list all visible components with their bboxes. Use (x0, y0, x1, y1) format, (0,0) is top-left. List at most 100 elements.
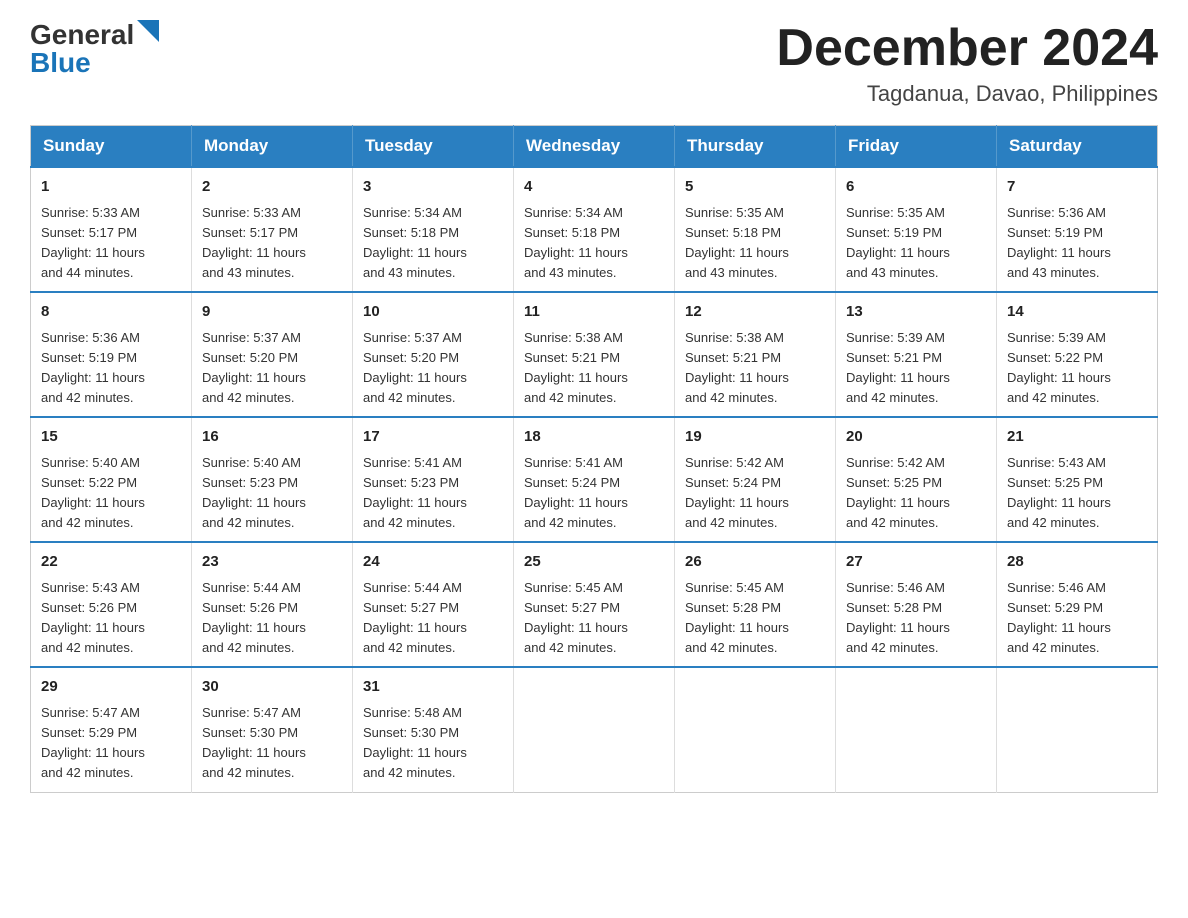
logo-general-text: General (30, 21, 134, 49)
calendar-cell: 8 Sunrise: 5:36 AMSunset: 5:19 PMDaylight… (31, 292, 192, 417)
day-info: Sunrise: 5:47 AMSunset: 5:29 PMDaylight:… (41, 703, 181, 784)
day-info: Sunrise: 5:39 AMSunset: 5:22 PMDaylight:… (1007, 328, 1147, 409)
day-info: Sunrise: 5:46 AMSunset: 5:28 PMDaylight:… (846, 578, 986, 659)
day-info: Sunrise: 5:44 AMSunset: 5:26 PMDaylight:… (202, 578, 342, 659)
day-number: 3 (363, 176, 503, 199)
day-info: Sunrise: 5:36 AMSunset: 5:19 PMDaylight:… (41, 328, 181, 409)
day-number: 6 (846, 176, 986, 199)
day-info: Sunrise: 5:41 AMSunset: 5:24 PMDaylight:… (524, 453, 664, 534)
day-number: 20 (846, 426, 986, 449)
calendar-cell: 23Sunrise: 5:44 AMSunset: 5:26 PMDayligh… (192, 542, 353, 667)
calendar-cell (836, 667, 997, 792)
day-number: 24 (363, 551, 503, 574)
day-number: 16 (202, 426, 342, 449)
calendar-cell: 28 Sunrise: 5:46 AMSunset: 5:29 PMDayligh… (997, 542, 1158, 667)
week-row-2: 8 Sunrise: 5:36 AMSunset: 5:19 PMDaylight… (31, 292, 1158, 417)
logo-arrow-icon (137, 20, 159, 42)
day-info: Sunrise: 5:33 AMSunset: 5:17 PMDaylight:… (202, 203, 342, 284)
day-number: 12 (685, 301, 825, 324)
week-row-3: 15 Sunrise: 5:40 AMSunset: 5:22 PMDayligh… (31, 417, 1158, 542)
day-info: Sunrise: 5:40 AMSunset: 5:22 PMDaylight:… (41, 453, 181, 534)
calendar-cell: 13Sunrise: 5:39 AMSunset: 5:21 PMDayligh… (836, 292, 997, 417)
calendar-cell: 30 Sunrise: 5:47 AMSunset: 5:30 PMDayligh… (192, 667, 353, 792)
day-info: Sunrise: 5:35 AMSunset: 5:19 PMDaylight:… (846, 203, 986, 284)
calendar-cell: 31 Sunrise: 5:48 AMSunset: 5:30 PMDayligh… (353, 667, 514, 792)
month-year-title: December 2024 (776, 20, 1158, 77)
calendar-cell: 19Sunrise: 5:42 AMSunset: 5:24 PMDayligh… (675, 417, 836, 542)
day-of-week-monday: Monday (192, 126, 353, 168)
day-number: 8 (41, 301, 181, 324)
day-info: Sunrise: 5:33 AMSunset: 5:17 PMDaylight:… (41, 203, 181, 284)
day-info: Sunrise: 5:38 AMSunset: 5:21 PMDaylight:… (685, 328, 825, 409)
day-number: 2 (202, 176, 342, 199)
calendar-cell: 15 Sunrise: 5:40 AMSunset: 5:22 PMDayligh… (31, 417, 192, 542)
calendar-cell: 18 Sunrise: 5:41 AMSunset: 5:24 PMDayligh… (514, 417, 675, 542)
calendar-cell: 16 Sunrise: 5:40 AMSunset: 5:23 PMDayligh… (192, 417, 353, 542)
day-number: 17 (363, 426, 503, 449)
calendar-cell (675, 667, 836, 792)
calendar-cell: 6 Sunrise: 5:35 AMSunset: 5:19 PMDaylight… (836, 167, 997, 292)
day-info: Sunrise: 5:38 AMSunset: 5:21 PMDaylight:… (524, 328, 664, 409)
calendar-cell: 1 Sunrise: 5:33 AMSunset: 5:17 PMDaylight… (31, 167, 192, 292)
day-number: 22 (41, 551, 181, 574)
calendar-cell: 9 Sunrise: 5:37 AMSunset: 5:20 PMDaylight… (192, 292, 353, 417)
logo-blue-text: Blue (30, 49, 91, 77)
day-info: Sunrise: 5:34 AMSunset: 5:18 PMDaylight:… (363, 203, 503, 284)
day-info: Sunrise: 5:35 AMSunset: 5:18 PMDaylight:… (685, 203, 825, 284)
calendar-cell (514, 667, 675, 792)
day-number: 1 (41, 176, 181, 199)
day-number: 27 (846, 551, 986, 574)
calendar-table: SundayMondayTuesdayWednesdayThursdayFrid… (30, 125, 1158, 792)
day-info: Sunrise: 5:41 AMSunset: 5:23 PMDaylight:… (363, 453, 503, 534)
calendar-cell: 2 Sunrise: 5:33 AMSunset: 5:17 PMDaylight… (192, 167, 353, 292)
page-header: General Blue December 2024 Tagdanua, Dav… (30, 20, 1158, 107)
day-info: Sunrise: 5:48 AMSunset: 5:30 PMDaylight:… (363, 703, 503, 784)
day-of-week-saturday: Saturday (997, 126, 1158, 168)
title-block: December 2024 Tagdanua, Davao, Philippin… (776, 20, 1158, 107)
calendar-cell: 5Sunrise: 5:35 AMSunset: 5:18 PMDaylight… (675, 167, 836, 292)
day-info: Sunrise: 5:37 AMSunset: 5:20 PMDaylight:… (202, 328, 342, 409)
day-info: Sunrise: 5:46 AMSunset: 5:29 PMDaylight:… (1007, 578, 1147, 659)
day-of-week-sunday: Sunday (31, 126, 192, 168)
location-subtitle: Tagdanua, Davao, Philippines (776, 81, 1158, 107)
day-number: 31 (363, 676, 503, 699)
calendar-cell: 7Sunrise: 5:36 AMSunset: 5:19 PMDaylight… (997, 167, 1158, 292)
day-of-week-friday: Friday (836, 126, 997, 168)
calendar-cell: 26Sunrise: 5:45 AMSunset: 5:28 PMDayligh… (675, 542, 836, 667)
calendar-cell: 10Sunrise: 5:37 AMSunset: 5:20 PMDayligh… (353, 292, 514, 417)
day-info: Sunrise: 5:42 AMSunset: 5:25 PMDaylight:… (846, 453, 986, 534)
day-number: 18 (524, 426, 664, 449)
calendar-cell: 24Sunrise: 5:44 AMSunset: 5:27 PMDayligh… (353, 542, 514, 667)
day-info: Sunrise: 5:43 AMSunset: 5:26 PMDaylight:… (41, 578, 181, 659)
day-of-week-tuesday: Tuesday (353, 126, 514, 168)
calendar-cell: 29 Sunrise: 5:47 AMSunset: 5:29 PMDayligh… (31, 667, 192, 792)
day-number: 29 (41, 676, 181, 699)
week-row-1: 1 Sunrise: 5:33 AMSunset: 5:17 PMDaylight… (31, 167, 1158, 292)
logo: General Blue (30, 20, 159, 77)
day-number: 30 (202, 676, 342, 699)
day-number: 15 (41, 426, 181, 449)
day-info: Sunrise: 5:39 AMSunset: 5:21 PMDaylight:… (846, 328, 986, 409)
day-number: 21 (1007, 426, 1147, 449)
calendar-cell: 27 Sunrise: 5:46 AMSunset: 5:28 PMDayligh… (836, 542, 997, 667)
calendar-cell: 3 Sunrise: 5:34 AMSunset: 5:18 PMDaylight… (353, 167, 514, 292)
day-of-week-thursday: Thursday (675, 126, 836, 168)
calendar-cell: 22 Sunrise: 5:43 AMSunset: 5:26 PMDayligh… (31, 542, 192, 667)
calendar-cell: 20 Sunrise: 5:42 AMSunset: 5:25 PMDayligh… (836, 417, 997, 542)
day-number: 4 (524, 176, 664, 199)
calendar-cell (997, 667, 1158, 792)
calendar-header-row: SundayMondayTuesdayWednesdayThursdayFrid… (31, 126, 1158, 168)
day-info: Sunrise: 5:45 AMSunset: 5:27 PMDaylight:… (524, 578, 664, 659)
day-info: Sunrise: 5:47 AMSunset: 5:30 PMDaylight:… (202, 703, 342, 784)
day-number: 9 (202, 301, 342, 324)
day-number: 26 (685, 551, 825, 574)
calendar-cell: 14 Sunrise: 5:39 AMSunset: 5:22 PMDayligh… (997, 292, 1158, 417)
day-info: Sunrise: 5:40 AMSunset: 5:23 PMDaylight:… (202, 453, 342, 534)
day-number: 28 (1007, 551, 1147, 574)
day-info: Sunrise: 5:37 AMSunset: 5:20 PMDaylight:… (363, 328, 503, 409)
calendar-cell: 12 Sunrise: 5:38 AMSunset: 5:21 PMDayligh… (675, 292, 836, 417)
day-number: 14 (1007, 301, 1147, 324)
calendar-cell: 17 Sunrise: 5:41 AMSunset: 5:23 PMDayligh… (353, 417, 514, 542)
day-info: Sunrise: 5:36 AMSunset: 5:19 PMDaylight:… (1007, 203, 1147, 284)
calendar-cell: 21Sunrise: 5:43 AMSunset: 5:25 PMDayligh… (997, 417, 1158, 542)
